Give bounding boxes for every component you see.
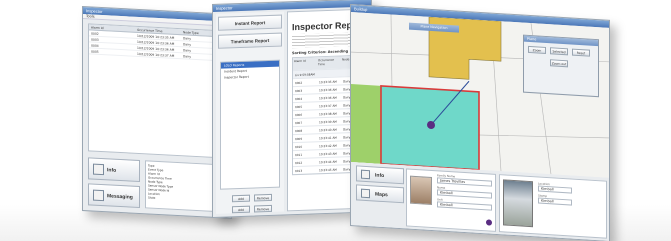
table-cell: 0009 <box>295 136 303 142</box>
table-cell: 10:23:45 AM <box>319 167 337 173</box>
table-cell: 10:23:39 AM <box>319 119 337 125</box>
map-icon <box>361 188 370 199</box>
table-cell: 0011 <box>295 152 303 158</box>
column-header: Occurrence Time <box>318 57 334 67</box>
table-cell: 10:23:42 AM <box>319 143 337 149</box>
remove-button[interactable]: Remove <box>254 204 272 213</box>
table-cell: 0006 <box>295 112 303 118</box>
unit-field[interactable]: Kimball <box>437 201 492 211</box>
maps-button-label: Maps <box>375 191 388 199</box>
inspector-alarm-window: Inspector Tools Alarm Id Occurrence Time… <box>82 6 232 219</box>
table-cell: 10:23:40 AM <box>319 127 337 133</box>
report-tree: LOLO Reports Incident Report Inspector R… <box>220 59 280 190</box>
table-cell: 10:23:35 AM <box>319 79 337 85</box>
floor-plan-map[interactable]: Plane Navigation Plane Zoom Selected Res… <box>351 12 610 178</box>
table-cell: 10:23:43 AM <box>319 151 337 157</box>
name-field[interactable]: Kimball <box>437 189 492 199</box>
stamp-field[interactable]: Kimball <box>538 197 572 206</box>
zoom-button[interactable]: Zoom <box>528 45 546 54</box>
plane-popup: Plane Zoom Selected Reset Zoom out <box>523 34 599 98</box>
table-cell: 0010 <box>295 144 303 150</box>
reset-button[interactable]: Reset <box>572 48 590 57</box>
report-window: Inspector Instant Report Timeframe Repor… <box>212 0 372 219</box>
info-button-label: Info <box>107 167 117 174</box>
camera-feed[interactable] <box>503 179 533 228</box>
tree-item[interactable]: Inspector Report <box>221 73 279 81</box>
info-button[interactable]: Info <box>356 165 404 185</box>
remove-button[interactable]: Remove <box>254 193 272 202</box>
table-cell: 0003 <box>295 88 303 94</box>
person-pin-icon <box>485 218 493 227</box>
table-cell: 0012 <box>295 160 303 166</box>
table-cell: 10:23:36 AM <box>319 95 337 101</box>
info-button[interactable]: Info <box>88 157 140 183</box>
selected-button[interactable]: Selected <box>550 47 568 56</box>
info-icon <box>93 163 104 176</box>
add-button[interactable]: Add <box>232 205 250 214</box>
person-card: Family Name James Trevillas Name Kimball… <box>406 168 496 232</box>
table-cell: 10/12/2009 10:23:37 AM <box>137 51 175 58</box>
table-cell: 10:23:38 AM <box>319 111 337 117</box>
table-cell: 0002 <box>295 80 303 86</box>
maps-button[interactable]: Maps <box>356 184 404 204</box>
info-button-label: Info <box>375 172 385 180</box>
add-button[interactable]: Add <box>232 194 250 203</box>
table-cell: 0008 <box>295 128 303 134</box>
table-cell: 0007 <box>295 120 303 126</box>
timeframe-report-button[interactable]: Timeframe Report <box>218 32 282 49</box>
table-cell: 0005 <box>295 104 303 110</box>
column-header: Alarm Id <box>294 58 306 64</box>
alarm-list: Alarm Id Occurrence Time Node Type 0002 … <box>88 23 228 159</box>
table-cell: 10:23:41 AM <box>319 135 337 141</box>
table-cell: 10:23:44 AM <box>319 159 337 165</box>
table-cell: 10:23:37 AM <box>319 103 337 109</box>
camera-card: Location Kimball Stamp Kimball <box>499 174 607 239</box>
zoom-out-button[interactable]: Zoom out <box>550 59 568 68</box>
messaging-button-label: Messaging <box>107 193 133 201</box>
table-cell: 0013 <box>295 168 303 174</box>
person-photo <box>410 175 432 206</box>
table-cell: 0005 <box>91 49 99 54</box>
info-icon <box>361 169 370 180</box>
report-sidebar: Instant Report Timeframe Report LOLO Rep… <box>216 11 284 214</box>
map-window: Buildup Plane Navigation Plane Zoom Sele… <box>350 4 610 241</box>
instant-report-button[interactable]: Instant Report <box>218 14 282 31</box>
messaging-button[interactable]: Messaging <box>88 183 140 209</box>
green-zone[interactable] <box>351 84 381 164</box>
screenshot-stage: Inspector Tools Alarm Id Occurrence Time… <box>0 0 671 241</box>
table-cell: 0004 <box>295 96 303 102</box>
location-field[interactable]: Kimball <box>538 185 572 194</box>
table-cell: 10:23:36 AM <box>319 87 337 93</box>
people-icon <box>93 189 104 202</box>
